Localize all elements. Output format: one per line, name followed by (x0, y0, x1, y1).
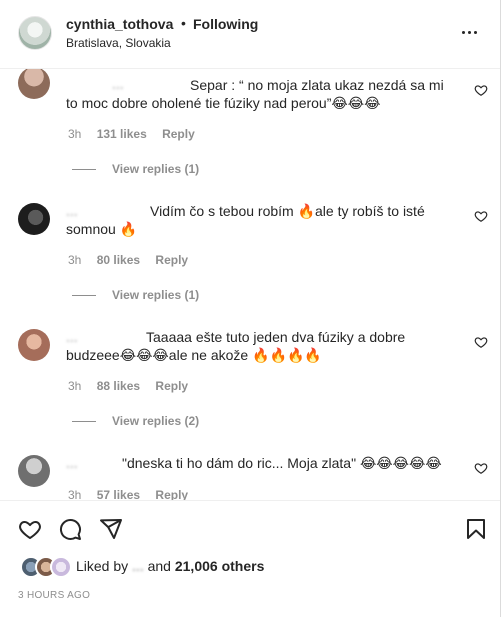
profile-avatar[interactable] (18, 16, 52, 50)
comment-reply-button[interactable]: Reply (155, 253, 188, 267)
view-replies-button[interactable]: View replies (1) (72, 162, 199, 176)
bookmark-icon[interactable] (464, 517, 488, 541)
comment-like-icon[interactable] (474, 461, 488, 475)
heart-icon[interactable] (18, 517, 42, 541)
comment-like-icon[interactable] (474, 335, 488, 349)
comment-likes[interactable]: 80 likes (97, 253, 140, 267)
comment-meta: 3h 57 likes Reply (68, 488, 200, 500)
comment-meta: 3h 80 likes Reply (68, 253, 200, 267)
liked-by-text: Liked by ... and 21,006 others (76, 558, 264, 574)
comment-like-icon[interactable] (474, 83, 488, 97)
view-replies-button[interactable]: View replies (1) (72, 288, 199, 302)
comment-text: Separ : “ no moja zlata ukaz nezdá sa mi… (66, 77, 444, 111)
following-button[interactable]: Following (193, 16, 258, 32)
liked-by-prefix: Liked by (76, 558, 129, 574)
view-replies-label: View replies (2) (112, 414, 200, 428)
post-location[interactable]: Bratislava, Slovakia (66, 36, 171, 50)
comment-avatar[interactable] (18, 203, 50, 235)
comment-text: Taaaaa ešte tuto jeden dva fúziky a dobr… (66, 329, 406, 363)
post-time[interactable]: 3 HOURS AGO (18, 590, 90, 601)
comment-time[interactable]: 3h (68, 127, 81, 141)
liked-by-and: and (147, 558, 171, 574)
comment-reply-button[interactable]: Reply (155, 488, 188, 500)
comment-icon[interactable] (58, 517, 82, 541)
comment-text: Vidím čo s tebou robím 🔥ale ty robíš to … (66, 203, 425, 237)
separator-dot: • (181, 15, 186, 31)
view-replies-label: View replies (1) (112, 162, 200, 176)
comments-list[interactable]: ... Separ : “ no moja zlata ukaz nezdá s… (0, 69, 500, 500)
comment-reply-button[interactable]: Reply (155, 379, 188, 393)
comment-reply-button[interactable]: Reply (162, 127, 195, 141)
comment-avatar[interactable] (18, 69, 50, 99)
liked-by-others[interactable]: 21,006 others (175, 558, 265, 574)
view-replies-button[interactable]: View replies (2) (72, 414, 199, 428)
more-options-icon[interactable] (462, 22, 484, 42)
comment-likes[interactable]: 88 likes (97, 379, 140, 393)
post-actions-bar: Liked by ... and 21,006 others 3 HOURS A… (0, 500, 500, 618)
comment-time[interactable]: 3h (68, 253, 81, 267)
comment-text: "dneska ti ho dám do ric... Moja zlata" … (122, 455, 442, 471)
comment-meta: 3h 131 likes Reply (68, 127, 207, 141)
profile-username[interactable]: cynthia_tothova (66, 16, 173, 32)
comment-time[interactable]: 3h (68, 488, 81, 500)
comment-like-icon[interactable] (474, 209, 488, 223)
comment-avatar[interactable] (18, 329, 50, 361)
share-icon[interactable] (99, 517, 123, 541)
comment-likes[interactable]: 131 likes (97, 127, 147, 141)
comment-likes[interactable]: 57 likes (97, 488, 140, 500)
post-header: cynthia_tothova • Following Bratislava, … (0, 0, 500, 69)
liked-by-user[interactable]: ... (132, 558, 144, 574)
liker-avatar[interactable] (50, 556, 72, 578)
liked-by-row: Liked by ... and 21,006 others (20, 555, 490, 578)
comment-meta: 3h 88 likes Reply (68, 379, 200, 393)
comment-avatar[interactable] (18, 455, 50, 487)
comment-time[interactable]: 3h (68, 379, 81, 393)
view-replies-label: View replies (1) (112, 288, 200, 302)
